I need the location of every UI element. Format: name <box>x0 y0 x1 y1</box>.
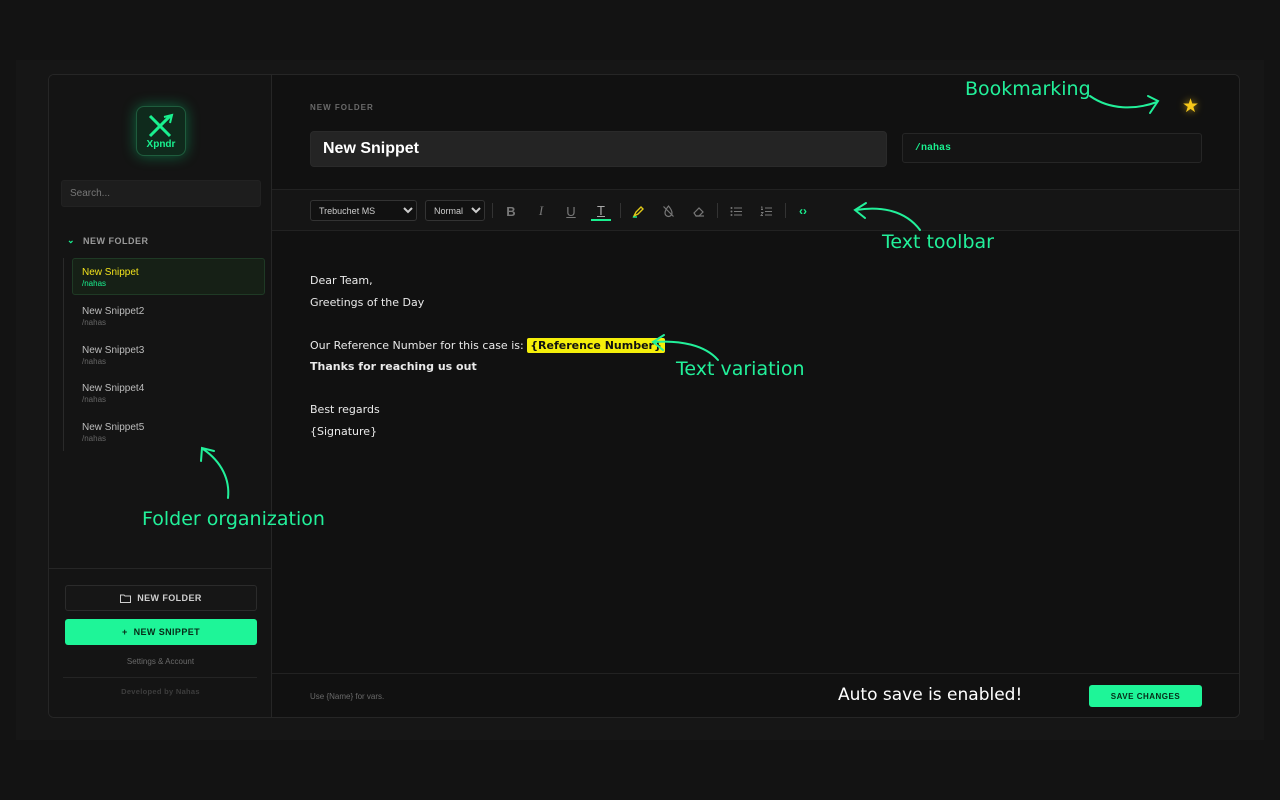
snippet-shortcut: /nahas <box>82 279 107 288</box>
annotation-auto-save: Auto save is enabled! <box>838 685 1023 705</box>
snippet-shortcut: /nahas <box>82 356 107 366</box>
code-icon[interactable]: ‹› <box>793 201 813 221</box>
snippet-name: New Snippet5 <box>82 421 145 433</box>
eraser-icon[interactable] <box>688 201 708 221</box>
divider <box>63 677 257 678</box>
bold-icon[interactable]: B <box>501 201 521 221</box>
sidebar-footer: NEW FOLDER + NEW SNIPPET Settings & Acco… <box>49 568 272 696</box>
underline-icon[interactable]: U <box>561 201 581 221</box>
search-input[interactable] <box>61 180 261 207</box>
snippet-name: New Snippet4 <box>82 383 145 394</box>
annotation-text-variation: Text variation <box>676 358 805 380</box>
editor-line: {Signature} <box>310 424 378 438</box>
toolbar-separator <box>492 203 493 218</box>
new-snippet-label: NEW SNIPPET <box>133 627 201 637</box>
editor-line: Best regards <box>310 403 380 416</box>
annotation-bookmarking: Bookmarking <box>965 78 1091 100</box>
folder-icon <box>120 594 132 603</box>
breadcrumb: NEW FOLDER <box>310 103 374 112</box>
snippet-title-input[interactable] <box>310 131 887 167</box>
variable-highlight: {Reference Number} <box>527 337 665 353</box>
snippet-item[interactable]: New Snippet3 /nahas <box>72 336 265 375</box>
annotation-text-toolbar: Text toolbar <box>882 231 994 253</box>
settings-link[interactable]: Settings & Account <box>49 657 272 666</box>
text-color-icon[interactable]: T <box>591 201 611 221</box>
snippet-item[interactable]: New Snippet5 /nahas <box>72 413 265 452</box>
snippet-name: New Snippet <box>82 267 139 278</box>
editor-content[interactable]: Dear Team, Greetings of the Day Our Refe… <box>310 270 1190 442</box>
editor-blank-line <box>310 313 1190 335</box>
snippet-name: New Snippet3 <box>82 344 145 356</box>
editor-line: Our Reference Number for this case is: {… <box>310 335 1190 357</box>
new-folder-button[interactable]: NEW FOLDER <box>65 585 257 611</box>
toolbar-separator <box>785 203 786 218</box>
highlighter-icon[interactable] <box>628 201 648 221</box>
main-panel: NEW FOLDER ★ Trebuchet MS Normal B I U T <box>272 75 1239 717</box>
app-logo: Xpndr <box>136 106 186 156</box>
font-size-select[interactable]: Normal <box>425 200 485 221</box>
toolbar-separator <box>717 203 718 218</box>
app-window: Xpndr ⌄ NEW FOLDER New Snippet /nahas Ne… <box>48 74 1240 718</box>
snippet-item[interactable]: New Snippet2 /nahas <box>72 297 265 336</box>
bullet-list-icon[interactable] <box>726 201 746 221</box>
new-folder-label: NEW FOLDER <box>137 593 202 603</box>
editor-footer: Use {Name} for vars. SAVE CHANGES <box>272 673 1239 717</box>
snippet-shortcut: /nahas <box>82 318 107 327</box>
editor-line: Dear Team, <box>310 274 373 287</box>
annotation-folder-organization: Folder organization <box>142 508 325 530</box>
xpndr-logo-icon <box>148 113 174 137</box>
font-family-select[interactable]: Trebuchet MS <box>310 200 417 221</box>
snippet-item[interactable]: New Snippet4 /nahas <box>72 374 265 413</box>
plus-icon: + <box>121 627 128 637</box>
text-toolbar: Trebuchet MS Normal B I U T ‹› <box>272 189 1239 231</box>
snippet-list: New Snippet /nahas New Snippet2 /nahas N… <box>63 258 265 451</box>
sidebar: Xpndr ⌄ NEW FOLDER New Snippet /nahas Ne… <box>49 75 272 717</box>
folder-name: NEW FOLDER <box>83 235 149 246</box>
clear-highlight-icon[interactable] <box>658 201 678 221</box>
shortcut-input[interactable] <box>902 133 1202 163</box>
italic-icon[interactable]: I <box>531 201 551 221</box>
editor-blank-line <box>310 378 1190 400</box>
snippet-name: New Snippet2 <box>82 306 145 317</box>
snippet-shortcut: /nahas <box>82 433 107 443</box>
logo-text: Xpndr <box>146 138 176 150</box>
developer-credit: Developed by Nahas <box>121 687 200 696</box>
folder-header[interactable]: ⌄ NEW FOLDER <box>67 235 149 246</box>
chevron-down-icon: ⌄ <box>67 235 76 245</box>
numbered-list-icon[interactable] <box>756 201 776 221</box>
save-changes-button[interactable]: SAVE CHANGES <box>1089 685 1202 707</box>
editor-line: Greetings of the Day <box>310 295 425 309</box>
snippet-item-active[interactable]: New Snippet /nahas <box>72 258 265 295</box>
editor-text: Our Reference Number for this case is: <box>310 338 528 352</box>
variable-hint: Use {Name} for vars. <box>310 692 385 701</box>
snippet-shortcut: /nahas <box>82 395 107 404</box>
new-snippet-button[interactable]: + NEW SNIPPET <box>65 619 257 645</box>
toolbar-separator <box>620 203 621 218</box>
bookmark-star-icon[interactable]: ★ <box>1182 95 1199 118</box>
